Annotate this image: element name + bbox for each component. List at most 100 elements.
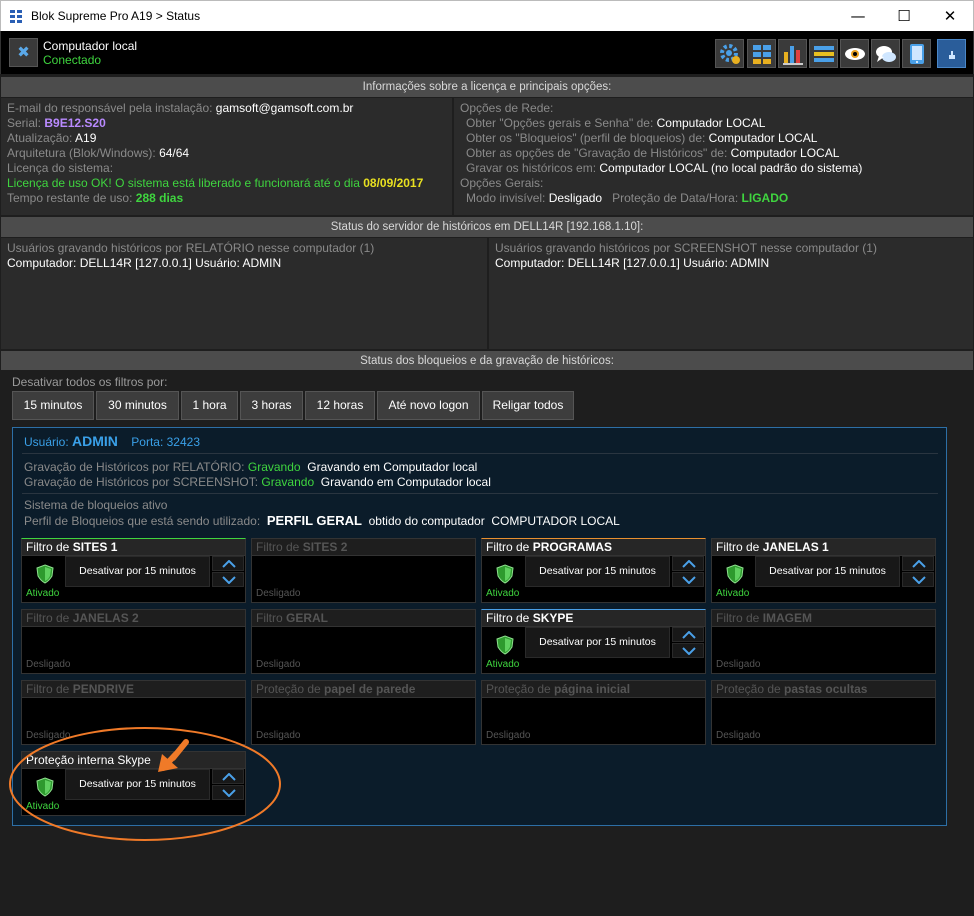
- filter-tile-prefix: Proteção de: [716, 682, 785, 696]
- chevron-up-icon: [222, 560, 236, 568]
- decrease-time-button[interactable]: [902, 572, 934, 587]
- increase-time-button[interactable]: [672, 556, 704, 571]
- disable-15min-tile-button[interactable]: Desativar por 15 minutos: [65, 556, 210, 587]
- eye-icon: [845, 48, 865, 60]
- filter-tile-prefix: Filtro de: [26, 682, 73, 696]
- filter-tile-name: SKYPE: [532, 611, 574, 625]
- connection-status: Conectado: [43, 53, 102, 67]
- invisible-mode-label: Modo invisível:: [466, 191, 546, 205]
- screenshot-users-panel: Usuários gravando históricos por SCREENS…: [489, 238, 973, 349]
- disable-15min-tile-button[interactable]: Desativar por 15 minutos: [525, 627, 670, 658]
- serial-value: B9E12.S20: [44, 116, 106, 130]
- filter-tile-name: JANELAS 2: [72, 611, 139, 625]
- increase-time-button[interactable]: [902, 556, 934, 571]
- disable-3h-button[interactable]: 3 horas: [240, 391, 303, 420]
- block-system-active: Sistema de bloqueios ativo: [24, 498, 168, 512]
- filter-tile-name: PENDRIVE: [72, 682, 135, 696]
- device-button[interactable]: [902, 39, 931, 68]
- license-section-header: Informações sobre a licença e principais…: [1, 77, 973, 97]
- decrease-time-button[interactable]: [672, 643, 704, 658]
- settings-button[interactable]: [715, 39, 744, 68]
- screenshot-users-title: Usuários gravando históricos por SCREENS…: [495, 241, 877, 255]
- filter-tile-name: PROGRAMAS: [532, 540, 613, 554]
- maximize-button[interactable]: ☐: [881, 1, 927, 32]
- filter-tile-prefix: Filtro de: [486, 611, 533, 625]
- filter-tile-title: Filtro de JANELAS 1: [712, 539, 935, 556]
- filter-tile-status: Desligado: [716, 730, 761, 741]
- profile-from: obtido do computador: [368, 514, 485, 528]
- screenshot-recording-label: Gravação de Históricos por SCREENSHOT:: [24, 475, 259, 489]
- filter-tile-prefix: Filtro de: [256, 540, 303, 554]
- filter-tile-filtro-de-programas: Filtro de PROGRAMAS Desativar por 15 minu…: [481, 538, 706, 603]
- disable-15min-tile-button[interactable]: Desativar por 15 minutos: [525, 556, 670, 587]
- chevron-up-icon: [912, 560, 926, 568]
- filter-tile-title: Filtro de PENDRIVE: [22, 681, 245, 698]
- grid-icon: [753, 45, 771, 64]
- shield-icon: [726, 564, 744, 584]
- filter-tile-title: Filtro de SKYPE: [482, 610, 705, 627]
- filter-tile-prefix: Filtro de: [26, 540, 73, 554]
- filter-tile-title: Filtro de SITES 2: [252, 539, 475, 556]
- disable-30min-button[interactable]: 30 minutos: [96, 391, 179, 420]
- decrease-time-button[interactable]: [212, 572, 244, 587]
- filter-tile-prefix: Filtro: [256, 611, 286, 625]
- update-label: Atualização:: [7, 131, 73, 145]
- filter-tile-prefix: Proteção de: [256, 682, 325, 696]
- time-value: 288 dias: [135, 191, 184, 205]
- filter-tile-status: Desligado: [486, 730, 531, 741]
- network-options-panel: Opções de Rede: Obter "Opções gerais e S…: [454, 98, 973, 215]
- chat-button[interactable]: [871, 39, 900, 68]
- option-general-value: Computador LOCAL: [656, 116, 766, 130]
- user-label: Usuário:: [24, 435, 69, 449]
- time-label: Tempo restante de uso:: [7, 191, 133, 205]
- info-icon: [949, 51, 955, 59]
- arch-label: Arquitetura (Blok/Windows):: [7, 146, 156, 160]
- shield-icon: [496, 564, 514, 584]
- disable-15min-button[interactable]: 15 minutos: [12, 391, 94, 420]
- disable-1h-button[interactable]: 1 hora: [181, 391, 238, 420]
- filter-tile-status: Ativado: [486, 588, 520, 599]
- filter-tile-filtro-de-sites-1: Filtro de SITES 1 Desativar por 15 minuto…: [21, 538, 246, 603]
- option-save-value: Computador LOCAL (no local padrão do sis…: [599, 161, 863, 175]
- grid-button[interactable]: [747, 39, 776, 68]
- chevron-down-icon: [912, 576, 926, 584]
- profile-label: Perfil de Bloqueios que está sendo utili…: [24, 514, 261, 528]
- bar-chart-icon: [783, 46, 803, 65]
- report-user-row: Computador: DELL14R [127.0.0.1] Usuário:…: [7, 256, 282, 270]
- screenshot-recording-status: Gravando: [261, 475, 315, 489]
- increase-time-button[interactable]: [212, 556, 244, 571]
- close-button[interactable]: ✕: [927, 1, 973, 32]
- shield-icon: [496, 635, 514, 655]
- screenshot-recording-location: Gravando em Computador local: [320, 475, 491, 489]
- decrease-time-button[interactable]: [672, 572, 704, 587]
- arch-value: 64/64: [159, 146, 190, 160]
- option-save-label: Gravar os históricos em:: [466, 161, 597, 175]
- computer-name: Computador local: [43, 39, 138, 53]
- about-button[interactable]: [937, 39, 966, 68]
- increase-time-button[interactable]: [672, 627, 704, 642]
- reenable-all-button[interactable]: Religar todos: [482, 391, 574, 420]
- list-button[interactable]: [809, 39, 838, 68]
- title-bar: Blok Supreme Pro A19 > Status — ☐ ✕: [0, 0, 974, 31]
- minimize-button[interactable]: —: [835, 1, 881, 32]
- reports-button[interactable]: [778, 39, 807, 68]
- monitor-button[interactable]: [840, 39, 869, 68]
- chevron-down-icon: [222, 576, 236, 584]
- disable-all-label: Desativar todos os filtros por:: [12, 375, 168, 389]
- port-label: Porta:: [131, 435, 164, 449]
- highlight-annotation: [9, 727, 281, 841]
- disable-15min-tile-button[interactable]: Desativar por 15 minutos: [755, 556, 900, 587]
- filter-tile-title: Filtro de JANELAS 2: [22, 610, 245, 627]
- filter-tile-title: Proteção de papel de parede: [252, 681, 475, 698]
- filter-tile-prefix: Filtro de: [26, 611, 73, 625]
- filter-tile-title: Proteção de página inicial: [482, 681, 705, 698]
- filter-tile-status: Desligado: [256, 659, 301, 670]
- disable-12h-button[interactable]: 12 horas: [305, 391, 375, 420]
- disable-until-logon-button[interactable]: Até novo logon: [377, 391, 480, 420]
- option-history-value: Computador LOCAL: [730, 146, 840, 160]
- connection-bar: ✖ Computador local Conectado: [0, 31, 974, 74]
- disconnect-button[interactable]: ✖: [9, 38, 38, 67]
- filter-tile-filtro-de-janelas-2: Filtro de JANELAS 2 Desligado: [21, 609, 246, 674]
- chevron-up-icon: [682, 631, 696, 639]
- port-value: 32423: [166, 435, 200, 449]
